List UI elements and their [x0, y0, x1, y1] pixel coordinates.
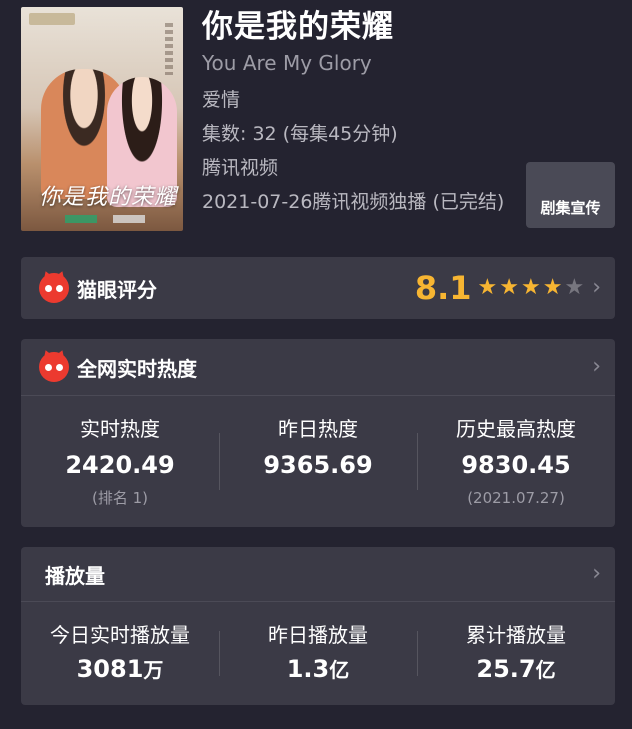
stat-unit: 亿	[329, 658, 350, 682]
star-icon: ★	[499, 275, 519, 300]
poster-image[interactable]: 你是我的荣耀	[21, 7, 183, 231]
stat-label: 实时热度	[80, 416, 160, 441]
heat-header[interactable]: 全网实时热度 ›	[21, 339, 615, 395]
promo-button[interactable]: 剧集宣传	[526, 162, 615, 228]
stat-rank: (排名 1)	[91, 488, 149, 507]
rating-label: 猫眼评分	[77, 277, 157, 302]
heat-card: 全网实时热度 › 实时热度 2420.49 (排名 1) 昨日热度 9365.6…	[21, 339, 615, 527]
plays-stat-today: 今日实时播放量 3081万	[21, 602, 219, 705]
rating-card[interactable]: 猫眼评分 8.1 ★ ★ ★ ★ ★ ›	[21, 257, 615, 319]
chevron-right-icon[interactable]: ›	[592, 277, 601, 299]
rating-value: 8.1	[414, 269, 472, 307]
show-title: 你是我的荣耀	[202, 9, 394, 45]
maoyan-cat-icon	[39, 348, 69, 382]
stat-value: 9830.45	[461, 450, 571, 479]
stat-value: 2420.49	[65, 450, 175, 479]
show-header: 你是我的荣耀 你是我的荣耀 You Are My Glory 爱情 集数: 32…	[21, 7, 615, 231]
show-episodes: 集数: 32 (每集45分钟)	[202, 123, 398, 145]
heat-stat-realtime: 实时热度 2420.49 (排名 1)	[21, 396, 219, 527]
stat-unit: 万	[143, 658, 164, 682]
maoyan-cat-icon	[39, 269, 69, 303]
stat-unit: 亿	[535, 658, 556, 682]
stat-date: (2021.07.27)	[467, 488, 565, 507]
poster-tagline	[165, 23, 173, 75]
poster-title: 你是我的荣耀	[39, 185, 178, 210]
show-release: 2021-07-26腾讯视频独播 (已完结)	[202, 191, 505, 213]
stat-value: 9365.69	[263, 451, 373, 479]
chevron-right-icon[interactable]: ›	[592, 563, 601, 585]
plays-stat-yesterday: 昨日播放量 1.3亿	[219, 602, 417, 705]
stat-value: 1.3	[286, 655, 330, 683]
heat-label: 全网实时热度	[77, 356, 197, 381]
star-icon: ★	[477, 275, 498, 300]
plays-stat-total: 累计播放量 25.7亿	[417, 602, 615, 705]
poster-badge	[29, 13, 75, 25]
stat-value: 25.7	[476, 655, 536, 683]
stat-label: 昨日热度	[278, 417, 358, 441]
stat-value: 3081	[76, 655, 144, 683]
heat-stats: 实时热度 2420.49 (排名 1) 昨日热度 9365.69 历史最高热度 …	[21, 396, 615, 527]
show-english-title: You Are My Glory	[202, 51, 372, 75]
poster-logos	[65, 215, 145, 223]
heat-stat-peak: 历史最高热度 9830.45 (2021.07.27)	[417, 396, 615, 527]
plays-card: 播放量 › 今日实时播放量 3081万 昨日播放量 1.3亿 累计播放量 25.…	[21, 547, 615, 705]
stat-label: 累计播放量	[466, 623, 566, 647]
stat-label: 历史最高热度	[456, 416, 576, 441]
plays-stats: 今日实时播放量 3081万 昨日播放量 1.3亿 累计播放量 25.7亿	[21, 602, 615, 705]
star-icon: ★	[542, 275, 563, 300]
star-icon: ★	[520, 275, 541, 300]
chevron-right-icon[interactable]: ›	[592, 356, 601, 378]
heat-stat-yesterday: 昨日热度 9365.69	[219, 396, 417, 527]
plays-header[interactable]: 播放量 ›	[21, 547, 615, 601]
stat-label: 今日实时播放量	[50, 623, 190, 647]
star-icon: ★	[564, 275, 585, 300]
show-genre: 爱情	[202, 89, 241, 111]
rating-stars: ★ ★ ★ ★ ★	[478, 277, 587, 299]
plays-label: 播放量	[45, 563, 105, 588]
stat-label: 昨日播放量	[268, 623, 368, 647]
